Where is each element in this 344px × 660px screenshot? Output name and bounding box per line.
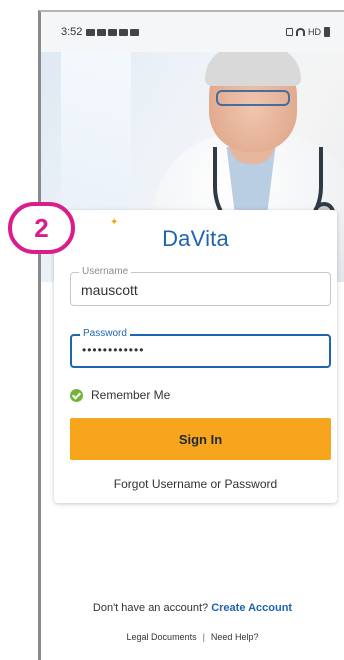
remember-me-label: Remember Me (91, 388, 171, 402)
gallery-icon (86, 28, 96, 36)
signup-prompt: Don't have an account? Create Account (41, 602, 344, 614)
sign-in-button[interactable]: Sign In (70, 418, 331, 460)
username-field[interactable]: Username mauscott (70, 266, 331, 306)
battery-icon (324, 27, 330, 37)
phone-screen: 3:52 HD DaVita ✦ Username mauscott Passw… (38, 10, 344, 660)
remember-me-toggle[interactable]: Remember Me (70, 388, 170, 402)
username-value: mauscott (81, 282, 138, 298)
password-label: Password (80, 328, 130, 340)
footer-separator: | (202, 632, 205, 642)
status-time: 3:52 (61, 26, 83, 38)
username-label: Username (79, 266, 132, 278)
password-value: •••••••••••• (82, 343, 145, 357)
hero-hair (205, 52, 301, 86)
vibrate-icon (286, 28, 293, 36)
forgot-credentials-link[interactable]: Forgot Username or Password (54, 477, 337, 491)
footer-links: Legal Documents | Need Help? (41, 632, 344, 642)
logo-spark-icon: ✦ (110, 217, 119, 228)
system-icons: HD (286, 27, 330, 37)
mail-icon (97, 28, 107, 36)
password-field[interactable]: Password •••••••••••• (70, 328, 331, 368)
video-icon (130, 28, 140, 36)
logo-wordmark: DaVita (162, 226, 229, 251)
message-icon (108, 28, 118, 36)
network-type: HD (308, 27, 321, 37)
status-bar: 3:52 HD (41, 12, 344, 52)
step-badge: 2 (8, 202, 75, 254)
login-card: DaVita ✦ Username mauscott Password ••••… (54, 210, 337, 503)
calendar-icon (119, 28, 129, 36)
davita-logo: DaVita ✦ (54, 217, 337, 252)
hero-glasses (216, 90, 290, 106)
need-help-link[interactable]: Need Help? (211, 632, 259, 642)
legal-documents-link[interactable]: Legal Documents (127, 632, 197, 642)
wifi-icon (296, 28, 305, 36)
notification-icons (86, 28, 140, 36)
no-account-text: Don't have an account? (92, 602, 209, 614)
check-circle-icon[interactable] (70, 388, 83, 402)
create-account-link[interactable]: Create Account (211, 602, 292, 614)
